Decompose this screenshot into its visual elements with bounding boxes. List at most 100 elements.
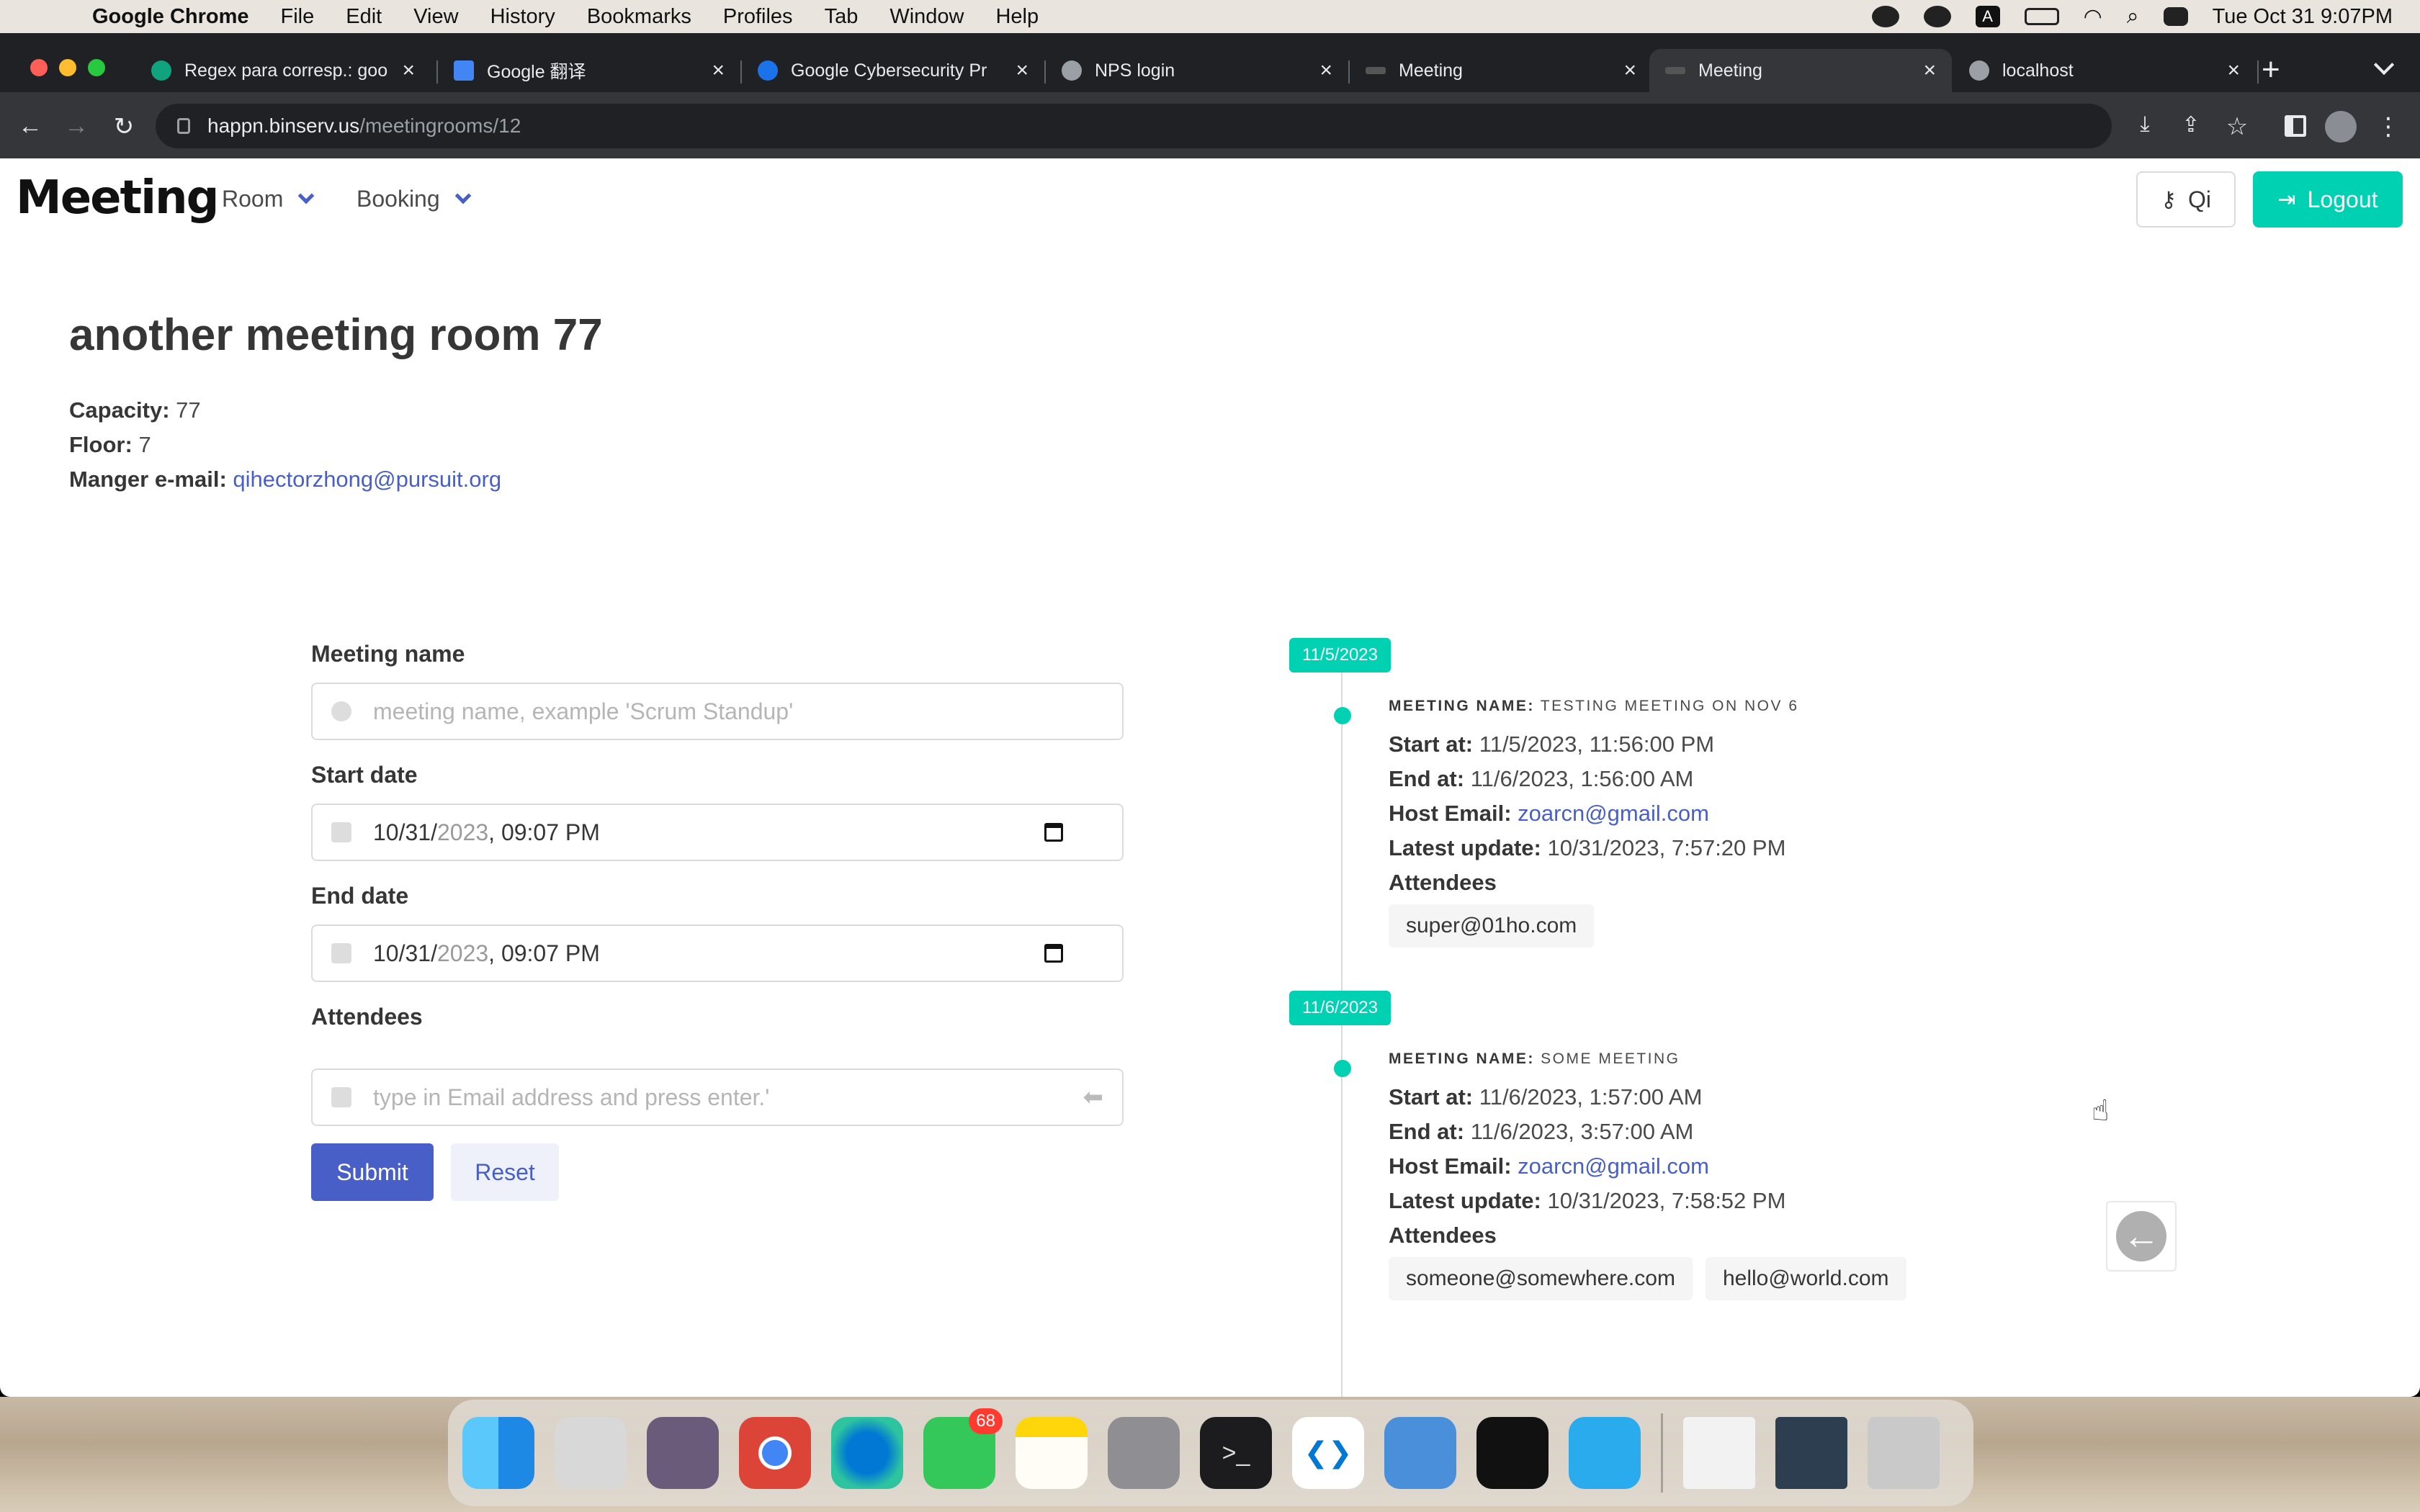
browser-tab[interactable]: Meeting × (1350, 49, 1652, 92)
messages-badge: 68 (969, 1408, 1003, 1434)
calendar-picker-icon[interactable] (1044, 823, 1063, 842)
timeline-date-tag: 11/6/2023 (1289, 991, 1391, 1025)
bookmark-star-icon[interactable]: ☆ (2223, 112, 2251, 141)
browser-tab[interactable]: Google 翻译 × (438, 49, 740, 92)
calendar-picker-icon[interactable] (1044, 944, 1063, 963)
screenshot-stack-icon[interactable] (1775, 1417, 1847, 1489)
chrome-icon[interactable] (739, 1417, 811, 1489)
browser-tab[interactable]: Google Cybersecurity Pr × (742, 49, 1044, 92)
tab-title: NPS login (1095, 60, 1175, 81)
document-stack-icon[interactable] (1683, 1417, 1755, 1489)
coursera-favicon-icon (758, 60, 778, 81)
terminal-icon[interactable]: >_ (1200, 1417, 1272, 1489)
menu-view[interactable]: View (413, 5, 458, 29)
close-tab-icon[interactable]: × (402, 58, 415, 83)
end-date-input[interactable]: 10/31/2023, 09:07 PM (311, 924, 1124, 982)
meeting-name-input[interactable]: meeting name, example 'Scrum Standup' (311, 683, 1124, 740)
browser-tab[interactable]: localhost × (1953, 49, 2256, 92)
booking-host-email-link[interactable]: zoarcn@gmail.com (1518, 801, 1709, 826)
browser-tab-active[interactable]: Meeting × (1649, 49, 1952, 92)
attendee-chip: hello@world.com (1705, 1257, 1906, 1300)
booking-update: Latest update: 10/31/2023, 7:58:52 PM (1389, 1184, 1906, 1218)
browser-tab[interactable]: Regex para corresp.: goo × (135, 49, 431, 92)
booking-host-email-link[interactable]: zoarcn@gmail.com (1518, 1153, 1709, 1179)
app-logo[interactable]: Meeting (16, 171, 219, 225)
chevron-down-icon (454, 187, 471, 204)
input-a-icon[interactable]: A (1975, 6, 2000, 27)
side-panel-icon[interactable] (2285, 115, 2306, 137)
menu-bookmarks[interactable]: Bookmarks (587, 5, 691, 29)
evernote-icon[interactable] (1923, 6, 1951, 27)
close-window-icon[interactable] (30, 59, 48, 76)
menu-help[interactable]: Help (995, 5, 1039, 29)
menu-file[interactable]: File (281, 5, 315, 29)
nav-booking[interactable]: Booking (357, 186, 471, 212)
back-button[interactable]: ← (2106, 1201, 2177, 1272)
booking-attendees-label: Attendees (1389, 865, 1799, 900)
affinity-designer-icon[interactable] (647, 1417, 719, 1489)
share-icon[interactable]: ⇪ (2177, 112, 2205, 138)
reload-icon[interactable]: ↻ (109, 112, 138, 141)
profile-avatar-icon[interactable] (2325, 111, 2357, 143)
menu-window[interactable]: Window (889, 5, 964, 29)
menubar-clock[interactable]: Tue Oct 31 9:07PM (2213, 5, 2393, 29)
capacity-label: Capacity: (69, 397, 170, 423)
manager-email-link[interactable]: qihectorzhong@pursuit.org (233, 467, 501, 492)
lock-icon[interactable] (177, 118, 190, 134)
forward-arrow-icon[interactable]: → (62, 112, 91, 140)
menu-profiles[interactable]: Profiles (723, 5, 793, 29)
new-tab-icon[interactable]: + (2262, 52, 2280, 88)
address-bar[interactable]: happn.binserv.us/meetingrooms/12 (156, 104, 2112, 148)
attendees-heading: Attendees (1389, 1223, 1497, 1248)
reset-button[interactable]: Reset (451, 1143, 559, 1201)
globe-favicon-icon (1969, 60, 1989, 81)
finder-icon[interactable] (462, 1417, 534, 1489)
messages-icon[interactable]: 68 (923, 1408, 1003, 1489)
close-tab-icon[interactable]: × (1623, 58, 1636, 83)
activity-monitor-icon[interactable] (1476, 1417, 1549, 1489)
trash-icon[interactable] (1868, 1417, 1940, 1489)
tab-title: Meeting (1399, 60, 1463, 81)
start-date-year: 2023 (436, 819, 489, 845)
edge-icon[interactable] (831, 1417, 903, 1489)
chrome-menu-icon[interactable]: ⋮ (2374, 112, 2403, 141)
launchpad-icon[interactable] (555, 1417, 627, 1489)
close-tab-icon[interactable]: × (1319, 58, 1332, 83)
maximize-window-icon[interactable] (88, 59, 105, 76)
arrow-left-icon[interactable]: ⬅ (1083, 1083, 1104, 1112)
close-tab-icon[interactable]: × (1016, 58, 1028, 83)
menu-app-name[interactable]: Google Chrome (92, 5, 249, 29)
start-date-input[interactable]: 10/31/2023, 09:07 PM (311, 804, 1124, 861)
creative-cloud-icon[interactable] (1871, 6, 1899, 27)
control-center-icon[interactable] (2163, 7, 2188, 26)
nav-room[interactable]: Room (222, 186, 315, 212)
system-settings-icon[interactable] (1108, 1417, 1180, 1489)
submit-button[interactable]: Submit (311, 1143, 434, 1201)
menu-history[interactable]: History (490, 5, 555, 29)
mac-dock: 68 >_ ❮❯ (448, 1400, 1973, 1506)
booking-start-value: 11/5/2023, 11:56:00 PM (1479, 732, 1715, 757)
menu-tab[interactable]: Tab (825, 5, 859, 29)
minimize-window-icon[interactable] (59, 59, 76, 76)
install-app-icon[interactable]: ⤓ (2130, 112, 2159, 137)
back-arrow-icon[interactable]: ← (16, 112, 45, 140)
user-button[interactable]: ⚷ Qi (2136, 171, 2236, 228)
menu-edit[interactable]: Edit (346, 5, 382, 29)
vscode-icon[interactable]: ❮❯ (1292, 1417, 1364, 1489)
tableplus-icon[interactable] (1384, 1417, 1456, 1489)
logout-button[interactable]: ⇥ Logout (2253, 171, 2403, 228)
end-date-time: , 09:07 PM (488, 940, 600, 966)
close-tab-icon[interactable]: × (712, 58, 725, 83)
attendees-input[interactable]: type in Email address and press enter.' … (311, 1068, 1124, 1126)
browser-tab[interactable]: NPS login × (1046, 49, 1348, 92)
close-tab-icon[interactable]: × (1923, 58, 1936, 83)
battery-icon[interactable] (2024, 8, 2059, 25)
start-date-label: Start date (311, 762, 418, 788)
close-tab-icon[interactable]: × (2227, 58, 2240, 83)
wifi-icon[interactable]: ◠ (2084, 4, 2102, 30)
notes-icon[interactable] (1016, 1417, 1088, 1489)
booking-host-label: Host Email: (1389, 801, 1512, 826)
telegram-icon[interactable] (1569, 1417, 1641, 1489)
user-name: Qi (2187, 186, 2211, 212)
spotlight-icon[interactable]: ⌕ (2127, 4, 2139, 29)
